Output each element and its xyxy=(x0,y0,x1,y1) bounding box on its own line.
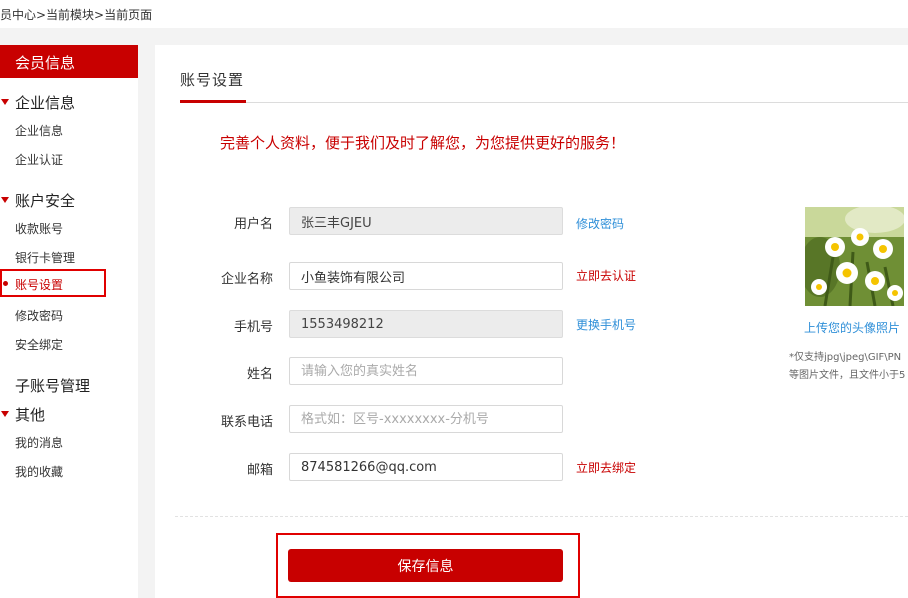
sidebar-item-account-settings[interactable]: 账号设置 xyxy=(0,269,106,297)
contact-phone-label: 联系电话 xyxy=(220,415,273,430)
caret-down-icon xyxy=(1,197,9,203)
email-field[interactable] xyxy=(289,453,563,481)
sidebar-item-receiving-account[interactable]: 收款账号 xyxy=(15,220,63,237)
sidebar-item-company-cert[interactable]: 企业认证 xyxy=(15,151,63,168)
active-dot-icon xyxy=(3,281,8,286)
username-label: 用户名 xyxy=(233,217,273,232)
sidebar-item-bank-cards[interactable]: 银行卡管理 xyxy=(15,249,75,266)
upload-note-line1: *仅支持jpg\jpeg\GIF\PN xyxy=(789,352,902,363)
breadcrumb: 员中心>当前模块>当前页面 xyxy=(0,8,153,22)
daffodil-photo xyxy=(805,207,904,306)
verify-company-link[interactable]: 立即去认证 xyxy=(576,267,636,284)
sidebar-item-security-binding[interactable]: 安全绑定 xyxy=(15,336,63,353)
upload-note-line2: 等图片文件，且文件小于5 xyxy=(789,370,906,381)
phone-field[interactable] xyxy=(289,310,563,338)
main-panel: 账号设置 完善个人资料，便于我们及时了解您，为您提供更好的服务！ 用户名 修改密… xyxy=(155,45,908,598)
intro-text: 完善个人资料，便于我们及时了解您，为您提供更好的服务！ xyxy=(220,134,626,152)
bind-email-link[interactable]: 立即去绑定 xyxy=(576,459,636,476)
real-name-field[interactable] xyxy=(289,357,563,385)
sidebar-item-company-info[interactable]: 企业信息 xyxy=(15,122,63,139)
page-title: 账号设置 xyxy=(180,71,245,89)
email-label: 邮箱 xyxy=(246,463,273,478)
company-label: 企业名称 xyxy=(220,272,273,287)
sidebar-item-my-messages[interactable]: 我的消息 xyxy=(15,434,63,451)
caret-down-icon xyxy=(1,99,9,105)
phone-label: 手机号 xyxy=(233,320,273,335)
username-field[interactable] xyxy=(289,207,563,235)
company-name-field[interactable] xyxy=(289,262,563,290)
change-phone-link[interactable]: 更换手机号 xyxy=(576,316,636,333)
sidebar-item-my-favorites[interactable]: 我的收藏 xyxy=(15,463,63,480)
sidebar-header: 会员信息 xyxy=(0,45,138,78)
avatar-image[interactable] xyxy=(805,207,904,306)
title-divider xyxy=(180,102,908,103)
save-button[interactable]: 保存信息 xyxy=(288,549,563,582)
sidebar: 会员信息 企业信息 企业信息 企业认证 账户安全 收款账号 银行卡管理 账号设置… xyxy=(0,45,138,598)
caret-down-icon xyxy=(1,411,9,417)
upload-avatar-link[interactable]: 上传您的头像照片 xyxy=(804,319,900,336)
contact-phone-field[interactable] xyxy=(289,405,563,433)
change-password-link[interactable]: 修改密码 xyxy=(576,215,624,232)
name-label: 姓名 xyxy=(246,367,273,382)
top-bar: 员中心>当前模块>当前页面 xyxy=(0,0,908,28)
form-divider xyxy=(175,516,908,517)
sidebar-item-change-password[interactable]: 修改密码 xyxy=(15,307,63,324)
title-accent-underline xyxy=(180,100,246,103)
sidebar-header-label: 会员信息 xyxy=(15,54,76,72)
